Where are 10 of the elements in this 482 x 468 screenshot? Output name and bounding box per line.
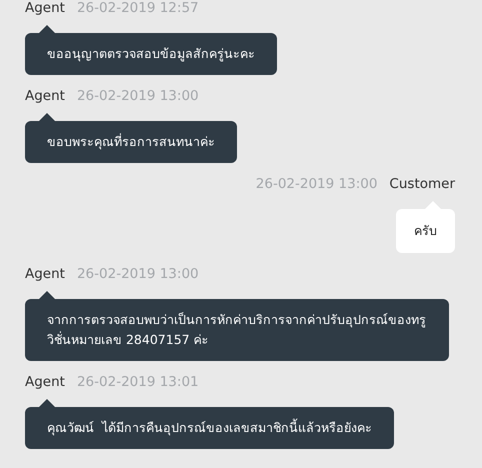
sender-name: Agent	[25, 374, 65, 390]
sender-name: Agent	[25, 0, 65, 16]
sender-name: Customer	[389, 176, 455, 192]
message-time: 26-02-2019 12:57	[76, 0, 199, 16]
message-time: 26-02-2019 13:00	[76, 266, 199, 282]
sender-name: Agent	[25, 266, 65, 282]
message-time: 26-02-2019 13:01	[76, 374, 199, 390]
message-time: 26-02-2019 13:00	[76, 88, 199, 104]
message-time: 26-02-2019 13:00	[256, 176, 378, 192]
sender-name: Agent	[25, 88, 65, 104]
